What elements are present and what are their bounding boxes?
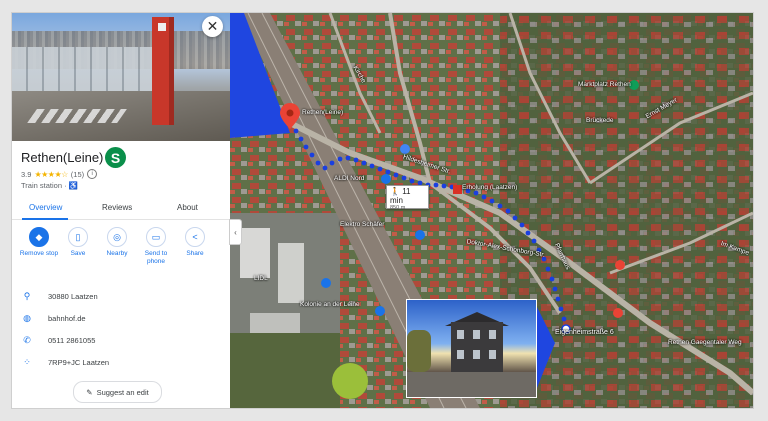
website-row[interactable]: ◍ bahnhof.de: [12, 308, 230, 328]
place-photo[interactable]: ✕: [12, 13, 230, 141]
rating-value: 3.9: [21, 169, 32, 179]
rating-row: 3.9 ★★★★☆ (15) i: [21, 169, 98, 179]
rating-stars-icon: ★★★★☆: [34, 169, 68, 179]
send-to-phone-icon: ▭: [146, 227, 166, 247]
remove-stop-label: Remove stop: [19, 250, 59, 257]
satellite-map[interactable]: Rethen(Leine) ALDI Nord Hildesheimer Str…: [230, 13, 753, 408]
place-category-row: Train station · ♿: [21, 181, 78, 190]
globe-icon: ◍: [23, 312, 31, 323]
tab-active-indicator: [22, 218, 68, 220]
send-to-phone-label: Send to phone: [144, 250, 168, 265]
maps-window: ✕ Rethen(Leine) S 3.9 ★★★★☆ (15) i Train…: [12, 13, 753, 408]
route-distance: 850 m: [390, 205, 406, 211]
info-icon[interactable]: i: [87, 169, 98, 179]
nearby-icon: ◎: [107, 227, 127, 247]
photo-platform-stripes: [27, 109, 127, 123]
location-pin-icon: ⚲: [23, 290, 31, 301]
bookmark-icon: ▯: [68, 227, 88, 247]
suggest-edit-button[interactable]: ✎ Suggest an edit: [73, 381, 162, 403]
street-tree: [407, 330, 431, 372]
collapse-panel-button[interactable]: ‹: [229, 219, 242, 245]
send-to-phone-button[interactable]: ▭ Send to phone: [136, 227, 176, 266]
map-label-erholung[interactable]: Erholung (Laatzen): [462, 184, 517, 191]
close-button[interactable]: ✕: [202, 16, 223, 37]
website-text: bahnhof.de: [48, 313, 86, 323]
tab-about[interactable]: About: [177, 203, 198, 212]
plus-code-icon: ⁘: [23, 356, 31, 367]
phone-icon: ✆: [23, 334, 31, 345]
nearby-button[interactable]: ◎ Nearby: [97, 227, 137, 258]
map-label-aldi[interactable]: ALDI Nord: [334, 175, 364, 182]
address-text: 30880 Laatzen: [48, 291, 98, 301]
remove-stop-icon: ◆: [29, 227, 49, 247]
phone-row[interactable]: ✆ 0511 2861055: [12, 330, 230, 350]
wheelchair-icon: · ♿: [64, 181, 79, 190]
walk-icon: 🚶: [390, 187, 400, 196]
tab-overview[interactable]: Overview: [29, 203, 62, 212]
place-category: Train station: [21, 181, 62, 190]
house-facade: [451, 322, 503, 372]
phone-text: 0511 2861055: [48, 335, 96, 345]
map-label-rethen[interactable]: Rethen(Leine): [302, 109, 343, 116]
plus-code-row[interactable]: ⁘ 7RP9+JC Laatzen: [12, 352, 230, 372]
suggest-edit-label: Suggest an edit: [96, 387, 149, 397]
map-label-gaesten[interactable]: Rethen Gaegentaler Weg: [668, 339, 742, 346]
action-buttons: ◆ Remove stop ▯ Save ◎ Nearby ▭ Send to …: [12, 227, 230, 287]
save-label: Save: [70, 250, 86, 257]
share-label: Share: [186, 250, 204, 257]
share-button[interactable]: < Share: [175, 227, 215, 258]
share-icon: <: [185, 227, 205, 247]
map-label-kolonie[interactable]: Kolonie an der Leine: [300, 301, 360, 308]
route-duration-box[interactable]: 🚶 11 min 850 m: [386, 185, 429, 211]
remove-stop-button[interactable]: ◆ Remove stop: [19, 227, 59, 258]
destination-label[interactable]: Eigenheimstraße 6: [555, 329, 614, 336]
plus-code-text: 7RP9+JC Laatzen: [48, 357, 110, 367]
map-label-marktplatz[interactable]: Marktplatz Rethen: [578, 81, 631, 88]
place-tabs: Overview Reviews About: [12, 199, 230, 220]
nearby-label: Nearby: [106, 250, 128, 257]
place-title: Rethen(Leine): [21, 150, 104, 165]
map-label-lidl[interactable]: LIDL: [254, 275, 268, 282]
map-label-schaefer[interactable]: Elektro Schäfer: [340, 221, 384, 228]
pencil-icon: ✎: [86, 387, 93, 397]
tab-reviews[interactable]: Reviews: [102, 203, 132, 212]
street-road: [407, 372, 536, 397]
address-row[interactable]: ⚲ 30880 Laatzen: [12, 286, 230, 306]
save-button[interactable]: ▯ Save: [58, 227, 98, 258]
street-view-preview[interactable]: [406, 299, 537, 398]
place-panel: ✕ Rethen(Leine) S 3.9 ★★★★☆ (15) i Train…: [12, 13, 230, 408]
photo-station-sign: [152, 17, 174, 125]
sbahn-logo-icon: S: [105, 147, 126, 168]
photo-fence: [12, 47, 162, 95]
map-label-brueckede: Brückede: [586, 117, 614, 124]
review-count[interactable]: (15): [71, 170, 84, 179]
